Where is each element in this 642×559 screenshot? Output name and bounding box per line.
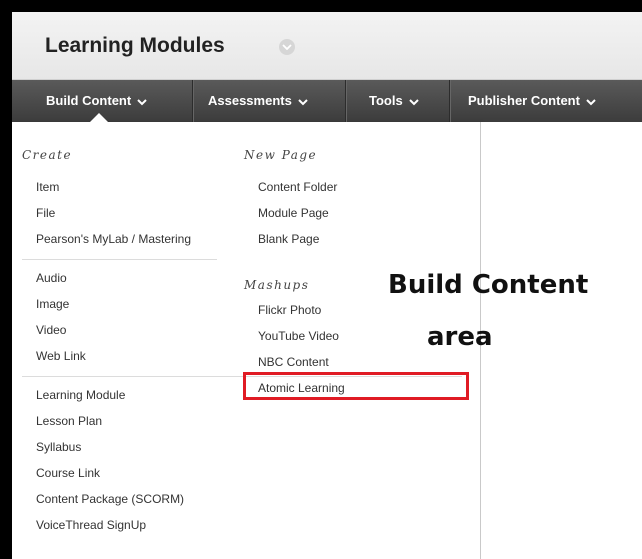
- mashups-heading: Mashups: [244, 278, 310, 292]
- menu-item-pearson-mylab[interactable]: Pearson's MyLab / Mastering: [36, 232, 191, 246]
- tools-label: Tools: [369, 93, 403, 108]
- build-content-dropdown: Create Item File Pearson's MyLab / Maste…: [12, 122, 481, 559]
- menu-item-blank-page[interactable]: Blank Page: [258, 232, 319, 246]
- menu-item-learning-module[interactable]: Learning Module: [36, 388, 125, 402]
- chevron-down-icon: [298, 81, 308, 123]
- menu-item-syllabus[interactable]: Syllabus: [36, 440, 81, 454]
- menu-divider: [22, 259, 217, 260]
- chevron-down-icon: [586, 81, 596, 123]
- create-heading: Create: [22, 148, 73, 162]
- menu-item-course-link[interactable]: Course Link: [36, 466, 100, 480]
- annotation-line-1: Build Content: [388, 270, 589, 300]
- chevron-down-icon[interactable]: [279, 39, 295, 55]
- atomic-learning-highlight: [243, 372, 469, 400]
- dropdown-pointer: [90, 113, 108, 122]
- page-title: Learning Modules: [45, 34, 225, 57]
- assessments-label: Assessments: [208, 93, 292, 108]
- menu-item-audio[interactable]: Audio: [36, 271, 67, 285]
- nav-divider: [345, 80, 346, 122]
- build-content-label: Build Content: [46, 93, 132, 108]
- menu-item-web-link[interactable]: Web Link: [36, 349, 86, 363]
- chevron-down-icon: [408, 81, 419, 123]
- page-header: Learning Modules: [12, 12, 642, 80]
- assessments-menu-button[interactable]: Assessments: [208, 80, 308, 122]
- menu-item-image[interactable]: Image: [36, 297, 69, 311]
- annotation-line-2: area: [427, 322, 493, 352]
- chevron-down-icon: [137, 81, 147, 123]
- menu-item-item[interactable]: Item: [36, 180, 59, 194]
- menu-item-flickr-photo[interactable]: Flickr Photo: [258, 303, 321, 317]
- publisher-content-menu-button[interactable]: Publisher Content: [468, 80, 596, 122]
- tools-menu-button[interactable]: Tools: [369, 80, 419, 122]
- menu-item-content-package[interactable]: Content Package (SCORM): [36, 492, 184, 506]
- menu-item-module-page[interactable]: Module Page: [258, 206, 329, 220]
- content-area: [481, 122, 642, 559]
- menu-item-nbc-content[interactable]: NBC Content: [258, 355, 329, 369]
- publisher-content-label: Publisher Content: [468, 93, 580, 108]
- nav-divider: [192, 80, 193, 122]
- menu-item-lesson-plan[interactable]: Lesson Plan: [36, 414, 102, 428]
- menu-item-file[interactable]: File: [36, 206, 55, 220]
- menu-item-voicethread-signup[interactable]: VoiceThread SignUp: [36, 518, 146, 532]
- new-page-heading: New Page: [244, 148, 318, 162]
- menu-item-video[interactable]: Video: [36, 323, 66, 337]
- menu-item-youtube-video[interactable]: YouTube Video: [258, 329, 339, 343]
- menu-item-content-folder[interactable]: Content Folder: [258, 180, 337, 194]
- window-frame: Learning Modules Build Content Assessmen…: [12, 12, 642, 559]
- nav-divider: [449, 80, 450, 122]
